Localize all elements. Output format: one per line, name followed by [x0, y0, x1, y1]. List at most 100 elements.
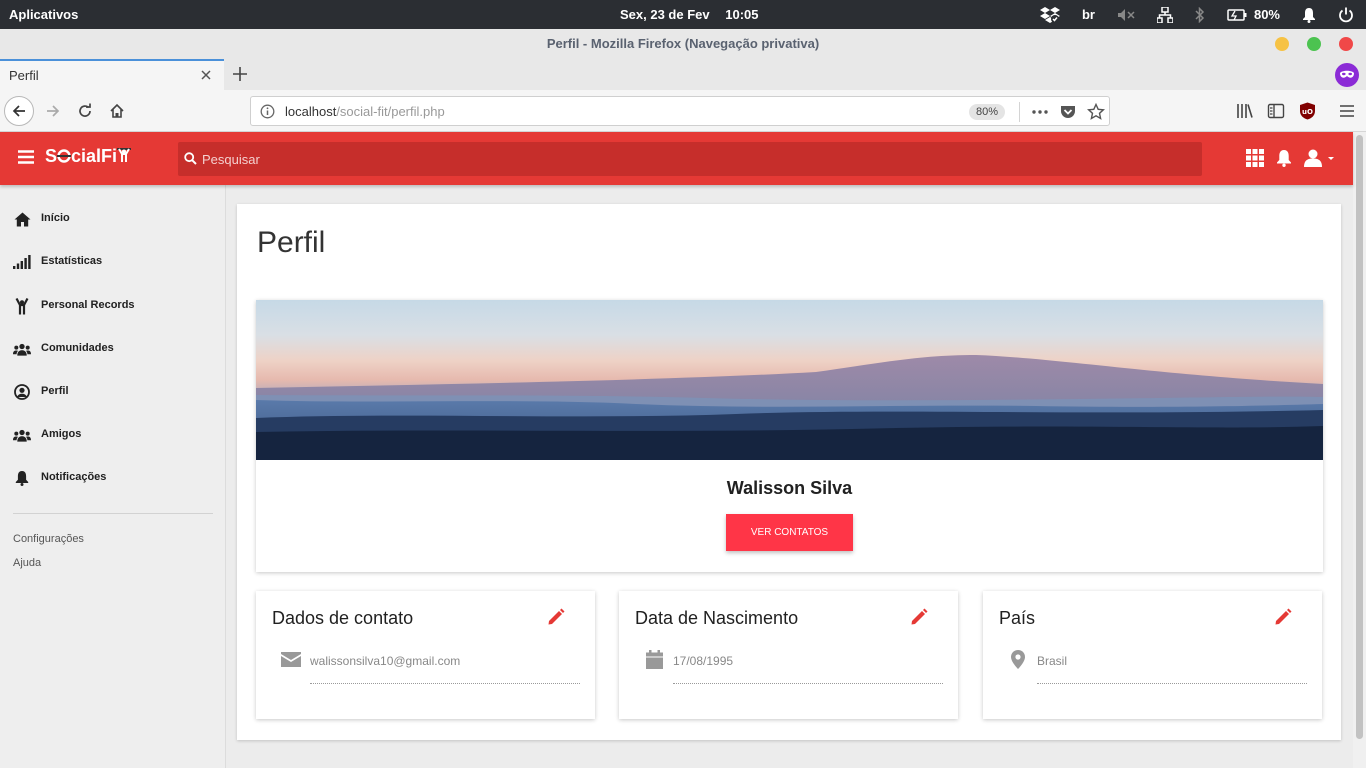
maximize-button[interactable]	[1307, 37, 1321, 51]
tab-perfil[interactable]: Perfil	[0, 59, 224, 90]
edit-pencil-icon[interactable]	[547, 608, 565, 631]
view-contacts-button[interactable]: VER CONTATOS	[726, 514, 853, 551]
private-browsing-icon	[1335, 63, 1359, 87]
birthdate-value: 17/08/1995	[673, 654, 734, 668]
edit-pencil-icon[interactable]	[910, 608, 928, 631]
map-pin-icon	[1008, 649, 1028, 669]
sidebar-toggle-icon[interactable]	[1267, 102, 1285, 125]
bookmark-star-icon[interactable]	[1086, 102, 1106, 126]
address-bar[interactable]: localhost/social-fit/perfil.php 80%	[250, 96, 1110, 126]
sidebar-item-notificacoes[interactable]: Notificações	[0, 460, 226, 496]
search-bar[interactable]	[178, 142, 1202, 176]
close-tab-icon[interactable]	[199, 68, 213, 87]
apps-grid-icon[interactable]	[1246, 149, 1264, 172]
bell-icon	[13, 469, 31, 487]
battery-percentage: 80%	[1253, 7, 1280, 22]
scrollbar-thumb[interactable]	[1356, 135, 1363, 739]
weightlifter-icon	[13, 297, 31, 315]
users-group-icon	[13, 426, 31, 444]
volume-muted-icon[interactable]	[1117, 0, 1135, 29]
sidebar-item-label: Perfil	[41, 385, 69, 397]
system-tray: br 80%	[1018, 0, 1354, 29]
country-card: País Brasil	[983, 591, 1322, 719]
back-button[interactable]	[4, 96, 34, 126]
main-content-card: Perfil Walisson Silva VER CONTATOS Dados…	[237, 204, 1341, 740]
signal-bars-icon	[13, 253, 31, 271]
url-host: localhost	[285, 104, 337, 119]
profile-card: Walisson Silva VER CONTATOS	[256, 300, 1323, 572]
os-top-bar: Aplicativos Sex, 23 de Fev 10:05 br 80%	[0, 0, 1366, 29]
home-icon	[13, 210, 31, 228]
sidebar-item-label: Amigos	[41, 428, 82, 440]
notifications-bell-icon[interactable]	[1302, 0, 1316, 29]
new-tab-icon[interactable]	[231, 65, 249, 88]
sidebar-item-estatisticas[interactable]: Estatísticas	[0, 244, 226, 280]
bluetooth-icon[interactable]	[1195, 0, 1205, 29]
sidebar-item-comunidades[interactable]: Comunidades	[0, 331, 226, 367]
dropbox-icon[interactable]	[1039, 0, 1060, 29]
tab-strip: Perfil	[0, 59, 1366, 90]
user-circle-icon	[13, 383, 31, 401]
envelope-icon	[281, 649, 301, 669]
pocket-icon[interactable]	[1059, 103, 1077, 126]
user-menu-icon[interactable]	[1304, 149, 1334, 172]
notifications-icon[interactable]	[1276, 149, 1292, 172]
sidebar-item-label: Comunidades	[41, 342, 114, 354]
url-bar-separator	[1019, 102, 1020, 122]
applications-menu[interactable]: Aplicativos	[9, 7, 78, 22]
page-actions-icon[interactable]	[1031, 103, 1049, 126]
lifter-icon	[117, 148, 132, 162]
calendar-icon	[644, 649, 664, 669]
battery-indicator[interactable]: 80%	[1227, 0, 1280, 29]
os-time: 10:05	[725, 7, 759, 22]
field-underline	[1037, 683, 1307, 684]
window-title: Perfil - Mozilla Firefox (Navegação priv…	[546, 36, 820, 51]
os-date: Sex, 23 de Fev	[620, 7, 710, 22]
sidebar-item-perfil[interactable]: Perfil	[0, 374, 226, 410]
close-window-button[interactable]	[1339, 37, 1353, 51]
site-info-icon[interactable]	[260, 104, 275, 124]
power-icon[interactable]	[1338, 0, 1354, 29]
country-value: Brasil	[1037, 654, 1068, 668]
field-underline	[673, 683, 943, 684]
home-button[interactable]	[102, 96, 132, 126]
sidebar-item-inicio[interactable]: Início	[0, 201, 226, 237]
reload-button[interactable]	[70, 96, 100, 126]
edit-pencil-icon[interactable]	[1274, 608, 1292, 631]
tab-label: Perfil	[9, 68, 39, 83]
sidebar-item-label: Estatísticas	[41, 255, 103, 267]
help-link[interactable]: Ajuda	[13, 557, 41, 569]
contact-email: walissonsilva10@gmail.com	[310, 654, 461, 668]
page-scrollbar[interactable]	[1353, 132, 1366, 768]
sidebar-item-amigos[interactable]: Amigos	[0, 417, 226, 453]
svg-text:uO: uO	[1302, 108, 1313, 116]
settings-link[interactable]: Configurações	[13, 533, 84, 545]
search-icon	[184, 152, 197, 170]
keyboard-layout-indicator[interactable]: br	[1082, 0, 1095, 29]
barbell-plate-icon	[57, 149, 72, 163]
url-path: /social-fit/perfil.php	[336, 104, 445, 119]
sidebar-menu-icon[interactable]	[18, 150, 34, 169]
sidebar-divider	[13, 513, 213, 514]
sidebar-nav: Início Estatísticas Personal Records Com…	[0, 185, 226, 768]
brand-logo[interactable]: ScialFi	[45, 146, 132, 167]
ublock-origin-icon[interactable]: uO	[1299, 102, 1316, 125]
hamburger-menu-icon[interactable]	[1338, 102, 1356, 125]
sidebar-item-personal-records[interactable]: Personal Records	[0, 288, 226, 324]
profile-name: Walisson Silva	[726, 478, 853, 498]
library-icon[interactable]	[1236, 102, 1254, 125]
sidebar-item-label: Personal Records	[41, 299, 135, 311]
os-clock[interactable]: Sex, 23 de Fev 10:05	[620, 7, 759, 22]
network-icon[interactable]	[1156, 0, 1173, 29]
forward-button[interactable]	[38, 96, 68, 126]
brand-text-end: cialFi	[71, 146, 118, 166]
url-text[interactable]: localhost/social-fit/perfil.php	[285, 104, 445, 119]
contact-info-card: Dados de contato walissonsilva10@gmail.c…	[256, 591, 595, 719]
cover-banner-image	[256, 300, 1323, 460]
minimize-button[interactable]	[1275, 37, 1289, 51]
search-input[interactable]	[202, 142, 1182, 176]
browser-title-bar: Perfil - Mozilla Firefox (Navegação priv…	[0, 29, 1366, 59]
card-title: Dados de contato	[272, 608, 414, 628]
brand-text-start: S	[45, 146, 58, 166]
zoom-level-badge[interactable]: 80%	[969, 104, 1006, 120]
